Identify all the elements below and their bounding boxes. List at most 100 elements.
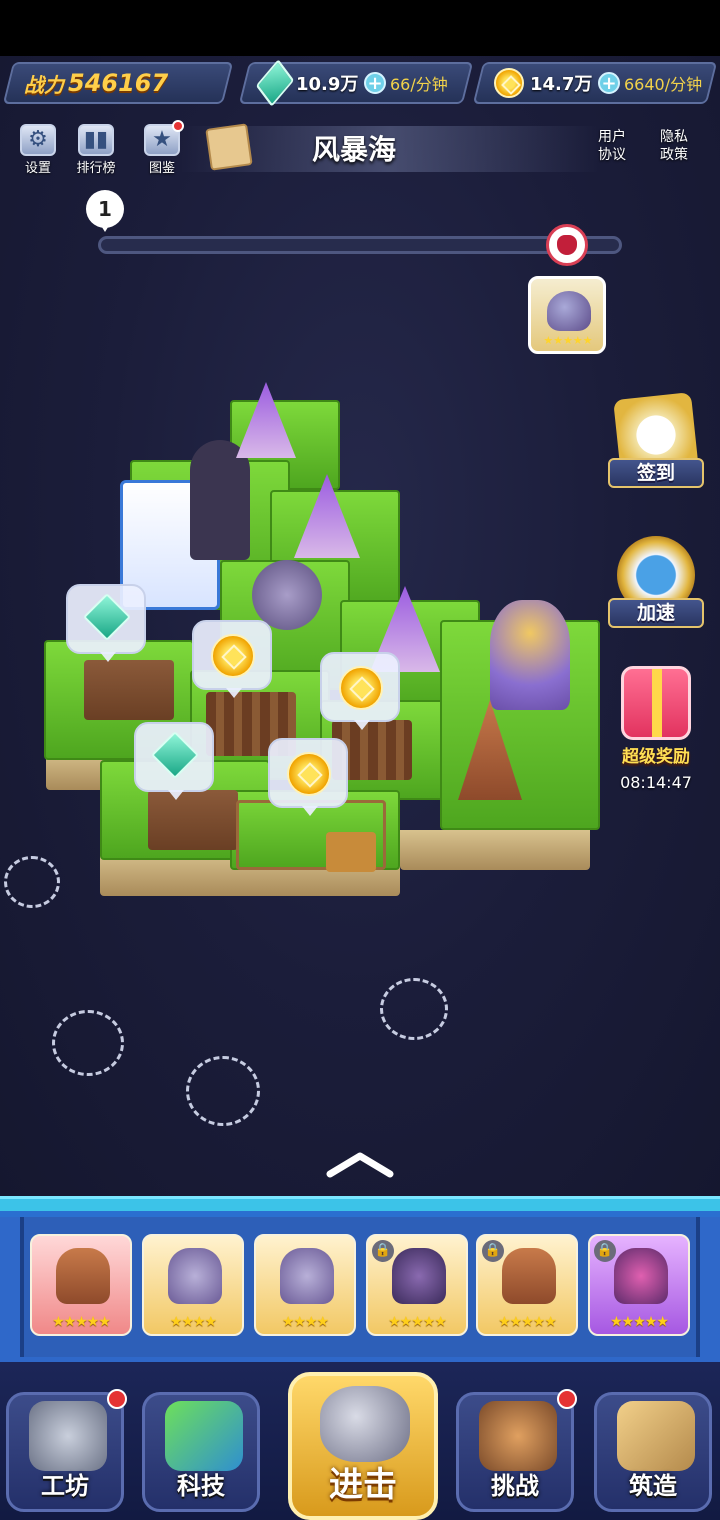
map-scroll-icon[interactable]	[205, 123, 253, 171]
cannon-unit-icon	[614, 1248, 668, 1304]
gift-box-icon	[621, 666, 691, 740]
speedup-label: 加速	[608, 598, 704, 628]
nav-attack-label: 进击	[329, 1465, 397, 1505]
leaderboard-label: 排行榜	[76, 161, 116, 176]
nav-build-label: 筑造	[629, 1472, 677, 1500]
add-gold-button[interactable]: +	[598, 72, 621, 94]
gem-icon	[150, 730, 200, 780]
island-board	[40, 380, 610, 1000]
boss-reward-card[interactable]: ★★★★★	[528, 276, 606, 354]
unit-stars: ★★★★	[281, 1314, 329, 1330]
sea-foam	[186, 1056, 260, 1126]
observatory-building[interactable]	[490, 600, 570, 710]
catapult-unit-icon	[502, 1248, 556, 1304]
island-edge	[400, 830, 590, 870]
build-blocks-icon	[617, 1401, 695, 1471]
nav-challenge-label: 挑战	[491, 1472, 539, 1500]
unit-card[interactable]: ★★★★	[254, 1234, 356, 1336]
gem-icon	[255, 59, 295, 107]
crossed-weapons-icon	[479, 1401, 557, 1471]
leaderboard-icon: ▮▮	[78, 124, 114, 156]
signin-button[interactable]: 签到	[608, 392, 704, 488]
expand-up-arrow-icon[interactable]	[324, 1148, 396, 1178]
gold-amount: 14.7万	[530, 74, 593, 95]
gem-icon	[82, 592, 132, 642]
ballista-building[interactable]	[252, 560, 322, 630]
ballista-unit-icon	[168, 1248, 222, 1304]
coin-collect-bubble[interactable]	[268, 738, 348, 816]
lock-icon: 🔒	[372, 1240, 394, 1262]
nav-tech[interactable]: 科技	[142, 1392, 260, 1512]
boss-card-stars: ★★★★★	[543, 334, 593, 347]
settings-label: 设置	[24, 161, 51, 176]
gem-amount: 10.9万	[296, 74, 359, 95]
unit-stars: ★★★★★	[610, 1314, 669, 1330]
coin-icon	[339, 666, 383, 710]
nav-workshop-label: 工坊	[41, 1472, 89, 1500]
unit-stars: ★★★★★	[498, 1314, 557, 1330]
unit-card[interactable]: 🔒 ★★★★★	[588, 1234, 690, 1336]
tech-book-icon	[165, 1401, 243, 1471]
sea-foam	[52, 1010, 124, 1076]
unit-stars: ★★★★★	[388, 1314, 447, 1330]
wave-progress-bar	[98, 236, 622, 254]
lock-icon: 🔒	[482, 1240, 504, 1262]
gear-icon: ⚙	[20, 124, 56, 156]
notification-dot	[107, 1389, 127, 1409]
coin-icon	[287, 752, 331, 796]
archer-unit-icon	[392, 1248, 446, 1304]
coin-collect-bubble[interactable]	[320, 652, 400, 730]
area-name: 风暴海	[311, 133, 396, 166]
unit-card[interactable]: 🔒 ★★★★★	[476, 1234, 578, 1336]
super-reward-button[interactable]: 超级奖励 08:14:47	[608, 666, 704, 792]
combat-power-display: 战力 546167	[2, 62, 234, 104]
barn-building[interactable]	[326, 832, 376, 872]
mine-building[interactable]	[148, 790, 238, 850]
lock-icon: 🔒	[594, 1240, 616, 1262]
combat-power-value: 546167	[68, 69, 169, 97]
user-agreement-link[interactable]: 用户 协议	[590, 128, 634, 164]
add-gems-button[interactable]: +	[364, 72, 387, 94]
unit-stars: ★★★★★	[52, 1314, 111, 1330]
nav-build[interactable]: 筑造	[594, 1392, 712, 1512]
current-wave-marker: 1	[86, 190, 124, 232]
unit-card[interactable]: 🔒 ★★★★★	[366, 1234, 468, 1336]
nav-workshop[interactable]: 工坊	[6, 1389, 127, 1512]
ballista-unit-icon	[280, 1248, 334, 1304]
gem-rate: 66/分钟	[390, 75, 449, 94]
mine-building[interactable]	[84, 660, 174, 720]
unit-card[interactable]: ★★★★★	[30, 1234, 132, 1336]
gem-collect-bubble[interactable]	[66, 584, 146, 662]
coin-collect-bubble[interactable]	[192, 620, 272, 698]
super-reward-label: 超级奖励	[622, 747, 690, 767]
catapult-unit-icon	[56, 1248, 110, 1304]
cannon-icon	[320, 1386, 410, 1462]
gem-resource: 10.9万 + 66/分钟	[238, 59, 474, 107]
coin-icon	[494, 68, 524, 98]
bottom-navigation: 工坊 科技 进击 挑战 筑造	[0, 1362, 720, 1520]
dark-tower-building[interactable]	[190, 440, 250, 560]
nav-attack-button[interactable]: 进击	[288, 1372, 438, 1520]
gem-collect-bubble[interactable]	[134, 722, 214, 800]
combat-power-label: 战力	[24, 72, 64, 97]
notification-dot	[557, 1389, 577, 1409]
nav-challenge[interactable]: 挑战	[456, 1389, 577, 1512]
boss-wave-icon	[546, 224, 588, 266]
hammer-icon	[29, 1401, 107, 1471]
privacy-policy-link[interactable]: 隐私 政策	[652, 128, 696, 164]
unit-stars: ★★★★	[169, 1314, 217, 1330]
leaderboard-button[interactable]: ▮▮ 排行榜	[72, 124, 120, 176]
settings-button[interactable]: ⚙ 设置	[14, 124, 62, 176]
boss-unit-art	[547, 291, 591, 331]
nav-tech-label: 科技	[177, 1472, 225, 1500]
unit-card[interactable]: ★★★★	[142, 1234, 244, 1336]
status-bar-area	[0, 0, 720, 56]
coin-icon	[211, 634, 255, 678]
codex-label: 图鉴	[148, 161, 175, 176]
gold-resource: 14.7万 + 6640/分钟	[472, 62, 718, 104]
reward-timer: 08:14:47	[620, 773, 692, 792]
speedup-button[interactable]: 加速	[608, 536, 704, 628]
codex-button[interactable]: ★ 图鉴	[138, 120, 186, 176]
signin-label: 签到	[608, 458, 704, 488]
gold-rate: 6640/分钟	[624, 75, 703, 94]
